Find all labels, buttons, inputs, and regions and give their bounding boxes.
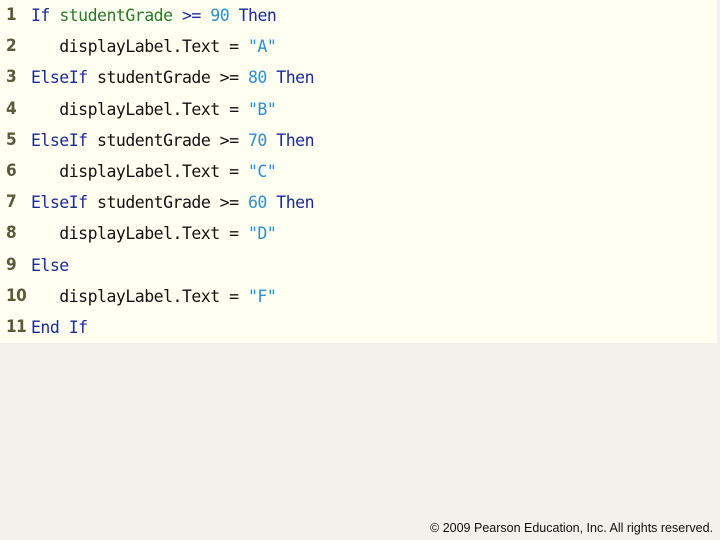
code-listing: 1 If studentGrade >= 90 Then 2 displayLabe…: [0, 0, 717, 343]
code-token: ElseIf: [31, 130, 88, 150]
code-token: Then: [266, 68, 315, 88]
line-number: 6: [6, 161, 17, 181]
line-number: 11: [6, 317, 27, 337]
code-token: "C": [247, 162, 277, 181]
code-text: displayLabel.Text = "A": [31, 31, 277, 62]
code-token: ElseIf: [31, 68, 88, 88]
code-token: studentGrade: [59, 6, 173, 25]
code-text: ElseIf studentGrade >= 70 Then: [31, 125, 315, 156]
code-text: ElseIf studentGrade >= 80 Then: [31, 62, 315, 93]
code-text: ElseIf studentGrade >= 60 Then: [31, 187, 315, 218]
code-text: displayLabel.Text = "D": [31, 218, 277, 249]
code-token: End If: [31, 318, 88, 337]
code-token: If: [31, 6, 50, 25]
code-text: displayLabel.Text = "F": [31, 281, 277, 312]
line-number: 10: [6, 285, 27, 306]
code-token: Then: [266, 130, 315, 150]
code-token: displayLabel.Text =: [31, 224, 248, 244]
line-number: 1: [6, 5, 17, 25]
code-token: >=: [172, 6, 211, 25]
code-token: Else: [31, 255, 69, 275]
code-token: 70: [248, 130, 267, 150]
code-text: If studentGrade >= 90 Then: [31, 0, 277, 31]
code-token: studentGrade >=: [87, 193, 248, 213]
line-number: 3: [6, 67, 17, 88]
code-token: studentGrade >=: [87, 68, 248, 88]
code-token: displayLabel.Text =: [31, 162, 248, 181]
code-text: End If: [31, 312, 88, 343]
line-number: 9: [6, 254, 17, 275]
code-token: 80: [248, 68, 267, 88]
code-text: Else: [31, 250, 69, 281]
code-token: "D": [247, 224, 277, 244]
copyright-notice: © 2009 Pearson Education, Inc. All right…: [430, 521, 713, 535]
code-token: "F": [247, 286, 277, 306]
line-number: 2: [6, 36, 17, 57]
code-token: 90: [210, 6, 230, 25]
code-token: Then: [266, 193, 315, 213]
code-token: "B": [247, 99, 277, 119]
line-number: 4: [6, 98, 17, 119]
code-token: displayLabel.Text =: [31, 37, 248, 57]
line-number: 7: [6, 192, 17, 213]
code-token: ElseIf: [31, 193, 88, 213]
code-token: "A": [247, 37, 277, 57]
code-token: Then: [229, 6, 277, 25]
code-token: studentGrade >=: [87, 130, 248, 150]
line-number: 8: [6, 223, 17, 244]
code-text: displayLabel.Text = "B": [31, 94, 277, 125]
code-token: displayLabel.Text =: [31, 99, 248, 119]
code-token: 60: [248, 193, 267, 213]
code-token: displayLabel.Text =: [31, 286, 248, 306]
line-number: 5: [6, 129, 17, 150]
code-text: displayLabel.Text = "C": [31, 156, 277, 187]
